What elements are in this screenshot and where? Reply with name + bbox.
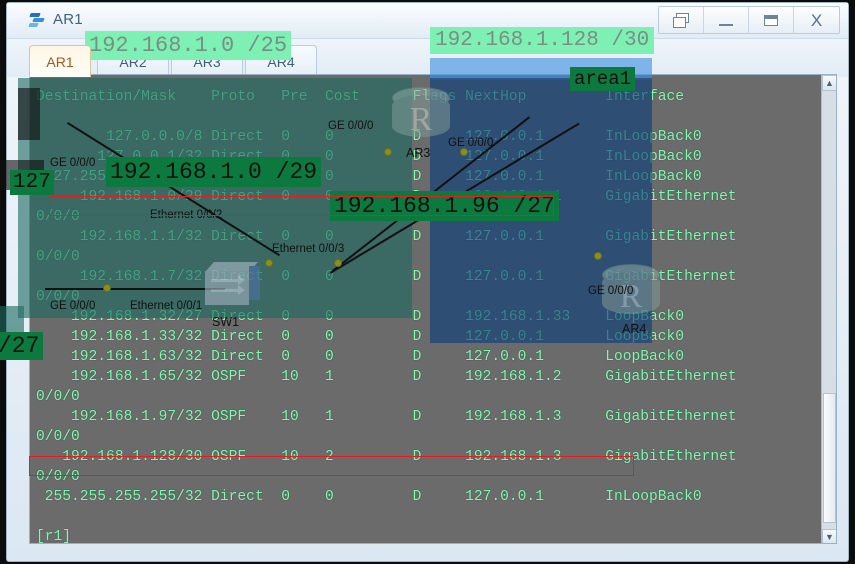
close-icon: X [810,10,823,30]
title-bar-left: AR1 [28,11,83,28]
tab-ar2-label: AR2 [119,53,147,70]
ensp-cli-window: AR1 X AR1 AR2 AR3 AR4 Destination/Mask P… [6,2,849,562]
title-bar: AR1 X [7,3,848,39]
tab-ar4-label: AR4 [267,53,295,70]
screenshot-root: AR1 X AR1 AR2 AR3 AR4 Destination/Mask P… [0,0,855,564]
tab-ar1-label: AR1 [46,53,74,70]
console-output[interactable]: Destination/Mask Proto Pre Cost Flags Ne… [30,75,823,543]
scrollbar-thumb[interactable] [823,393,836,523]
tab-ar4[interactable]: AR4 [245,45,317,77]
maximize-button[interactable] [749,7,794,33]
maximize-icon [764,14,778,26]
restore-icon [672,12,690,28]
close-button[interactable]: X [794,7,839,33]
window-title: AR1 [53,11,83,28]
tab-ar2[interactable]: AR2 [97,45,169,77]
scroll-down-icon[interactable]: ▼ [822,529,836,543]
ensp-router-icon [28,11,46,28]
device-tab-bar: AR1 AR2 AR3 AR4 [7,39,848,77]
window-controls: X [658,6,840,34]
restore-button[interactable] [659,7,704,33]
minimize-button[interactable] [704,7,749,33]
tab-ar1[interactable]: AR1 [29,45,91,77]
tab-ar3-label: AR3 [193,53,221,70]
console-scrollbar[interactable]: ▲ ▼ [821,75,836,543]
console-frame: Destination/Mask Proto Pre Cost Flags Ne… [29,74,837,544]
scroll-up-icon[interactable]: ▲ [822,75,836,91]
minimize-icon [719,23,733,26]
tab-ar3[interactable]: AR3 [171,45,243,77]
